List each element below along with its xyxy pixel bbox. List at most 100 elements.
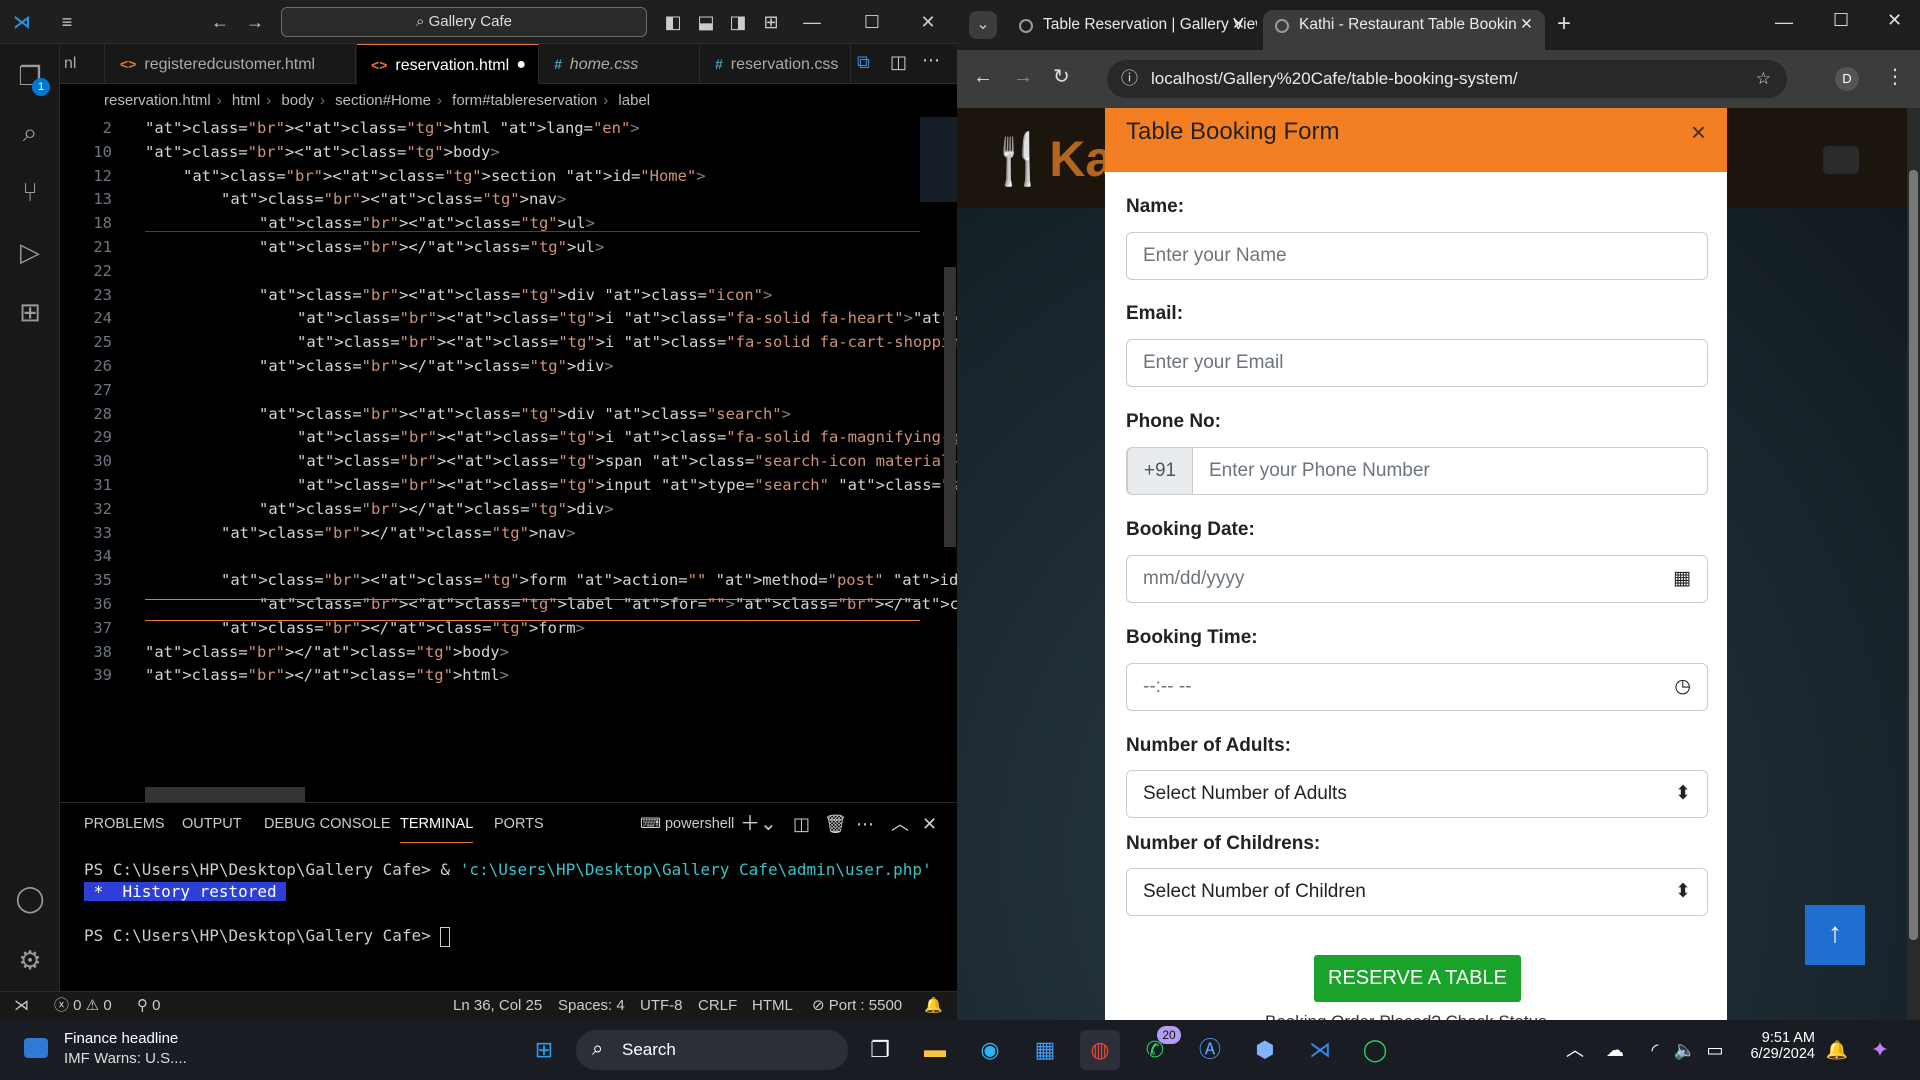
- tab-partial[interactable]: nl: [60, 44, 105, 84]
- tab-home-css[interactable]: # home.css: [540, 44, 700, 84]
- close-tab-icon[interactable]: ✕: [1516, 10, 1533, 40]
- check-status-link[interactable]: Booking Order Placed? Check Status: [1265, 1012, 1547, 1020]
- sticky-code-line[interactable]: "at">class="br"><"at">class="tg">nav>: [221, 190, 566, 208]
- clock-icon[interactable]: ◷: [1674, 664, 1691, 710]
- clock[interactable]: 9:51 AM 6/29/2024: [1745, 1030, 1815, 1062]
- indentation[interactable]: Spaces: 4: [558, 992, 625, 1020]
- scroll-to-top-button[interactable]: ↑: [1805, 905, 1865, 965]
- maximize-icon[interactable]: ☐: [1833, 10, 1849, 31]
- search-icon[interactable]: ⌕: [12, 114, 48, 150]
- maximize-icon[interactable]: ☐: [860, 10, 884, 34]
- breadcrumb-body[interactable]: body: [281, 92, 314, 109]
- unsaved-dot-icon[interactable]: ●: [516, 45, 526, 84]
- sticky-code-line[interactable]: "at">class="br"><"at">class="tg">body>: [145, 143, 500, 161]
- breadcrumb-form[interactable]: form#tablereservation: [452, 92, 597, 109]
- tab-ports[interactable]: PORTS: [494, 803, 544, 843]
- code-line[interactable]: "at">class="br"><"at">class="tg">div "at…: [259, 405, 791, 423]
- code-line[interactable]: "at">class="br"></"at">class="tg">form>: [221, 619, 585, 637]
- chrome-icon[interactable]: ◍: [1080, 1030, 1120, 1070]
- code-line[interactable]: "at">class="br"></"at">class="tg">nav>: [221, 524, 576, 542]
- sticky-code-line[interactable]: "at">class="br"><"at">class="tg">html "a…: [145, 119, 640, 137]
- tab-reservation-css[interactable]: # reservation.css: [701, 44, 851, 84]
- tab-problems[interactable]: PROBLEMS: [84, 803, 165, 843]
- language-mode[interactable]: HTML: [752, 992, 793, 1020]
- bookmark-star-icon[interactable]: ☆: [1756, 60, 1771, 98]
- microsoft-store-icon[interactable]: ▦: [1025, 1030, 1065, 1070]
- tab-debug-console[interactable]: DEBUG CONSOLE: [264, 803, 391, 843]
- show-hidden-icons[interactable]: ︿: [1555, 1030, 1595, 1070]
- kill-terminal-icon[interactable]: 🗑: [824, 803, 847, 843]
- adults-select[interactable]: Select Number of Adults ⬍: [1126, 770, 1708, 818]
- settings-gear-icon[interactable]: ⚙: [12, 942, 48, 978]
- tab-registeredcustomer[interactable]: <> registeredcustomer.html: [106, 44, 356, 84]
- reload-icon[interactable]: ↻: [1053, 64, 1070, 89]
- edge-icon[interactable]: ◉: [970, 1030, 1010, 1070]
- date-input[interactable]: mm/dd/yyyy ▦: [1126, 555, 1708, 603]
- forward-arrow-icon[interactable]: →: [243, 10, 267, 34]
- remote-icon[interactable]: ⋊: [14, 992, 29, 1020]
- tab-reservation-html[interactable]: <> reservation.html ●: [357, 44, 539, 84]
- code-line[interactable]: "at">class="br"></"at">class="tg">div>: [259, 500, 614, 518]
- live-server-port[interactable]: ⊘ Port : 5500: [812, 992, 902, 1020]
- battery-icon[interactable]: ▭: [1695, 1030, 1735, 1070]
- file-explorer-icon[interactable]: ▬: [915, 1030, 955, 1070]
- site-info-icon[interactable]: ⓘ: [1121, 60, 1138, 98]
- whatsapp-alt-icon[interactable]: ◯: [1355, 1030, 1395, 1070]
- time-input[interactable]: --:-- -- ◷: [1126, 663, 1708, 711]
- encoding[interactable]: UTF-8: [640, 992, 683, 1020]
- reserve-table-button[interactable]: RESERVE A TABLE: [1314, 955, 1521, 1002]
- toggle-secondary-sidebar-icon[interactable]: ◨: [726, 10, 750, 34]
- back-arrow-icon[interactable]: ←: [973, 66, 993, 89]
- profile-avatar[interactable]: D: [1835, 67, 1859, 91]
- menu-icon[interactable]: ≡: [55, 10, 79, 34]
- calendar-icon[interactable]: ▦: [1673, 556, 1691, 602]
- task-view-icon[interactable]: ❐: [860, 1030, 900, 1070]
- address-bar[interactable]: ⓘ localhost/Gallery%20Cafe/table-booking-…: [1107, 60, 1787, 98]
- extensions-icon[interactable]: ⊞: [12, 294, 48, 330]
- vscode-taskbar-icon[interactable]: ⋊: [1300, 1030, 1340, 1070]
- taskbar-search[interactable]: ⌕ Search: [576, 1030, 848, 1070]
- run-debug-icon[interactable]: ▷: [12, 234, 48, 270]
- open-preview-icon[interactable]: ⧉: [857, 52, 870, 73]
- close-tab-icon[interactable]: ✕: [1232, 10, 1245, 40]
- split-terminal-icon[interactable]: ◫: [793, 803, 810, 843]
- breadcrumb-section[interactable]: section#Home: [335, 92, 431, 109]
- cursor-position[interactable]: Ln 36, Col 25: [453, 992, 542, 1020]
- start-windows-icon[interactable]: ⊞: [524, 1030, 564, 1070]
- chrome-tab-table-reservation[interactable]: Table Reservation | Gallery View ✕: [1007, 10, 1257, 50]
- code-line[interactable]: "at">class="br"><"at">class="tg">div "at…: [259, 286, 772, 304]
- close-panel-icon[interactable]: ✕: [922, 803, 937, 843]
- children-select[interactable]: Select Number of Children ⬍: [1126, 868, 1708, 916]
- breadcrumb-html[interactable]: html: [232, 92, 260, 109]
- app-hex-icon[interactable]: ⬢: [1245, 1030, 1285, 1070]
- terminal-shell-selector[interactable]: ⌨ powershell: [640, 803, 734, 843]
- close-icon[interactable]: ✕: [1887, 10, 1902, 31]
- name-input[interactable]: Enter your Name: [1126, 232, 1708, 280]
- line-ending[interactable]: CRLF: [698, 992, 737, 1020]
- sticky-code-line[interactable]: "at">class="br"><"at">class="tg">ul>: [259, 214, 595, 232]
- minimize-icon[interactable]: —: [1775, 12, 1793, 33]
- cloud-icon[interactable]: ☁: [1595, 1030, 1635, 1070]
- page-scrollbar-thumb[interactable]: [1909, 170, 1918, 940]
- site-logo[interactable]: 🍴Ka: [987, 130, 1113, 189]
- split-editor-icon[interactable]: ◫: [890, 52, 907, 73]
- ports-status[interactable]: ⚲ 0: [137, 992, 161, 1020]
- toggle-sidebar-icon[interactable]: ◧: [661, 10, 685, 34]
- code-line[interactable]: "at">class="br"></"at">class="tg">ul>: [259, 238, 604, 256]
- copilot-icon[interactable]: ✦: [1860, 1030, 1900, 1070]
- back-arrow-icon[interactable]: ←: [208, 10, 232, 34]
- forward-arrow-icon[interactable]: →: [1013, 66, 1033, 89]
- close-icon[interactable]: ✕: [916, 10, 940, 34]
- chrome-tab-kathi[interactable]: Kathi - Restaurant Table Booking ✕: [1263, 10, 1545, 50]
- toggle-panel-icon[interactable]: ⬓: [694, 10, 718, 34]
- minimize-icon[interactable]: —: [800, 10, 824, 34]
- terminal-output[interactable]: PS C:\Users\HP\Desktop\Gallery Cafe> & '…: [84, 859, 932, 947]
- code-editor[interactable]: 2 "at">class="br"><"at">class="tg">html "…: [60, 117, 1482, 802]
- tab-search-icon[interactable]: ⌄: [969, 11, 997, 39]
- source-control-icon[interactable]: ⑂: [12, 174, 48, 210]
- breadcrumb-label[interactable]: label: [618, 92, 650, 109]
- customize-layout-icon[interactable]: ⊞: [759, 10, 783, 34]
- notifications-bell-icon[interactable]: 🔔: [924, 992, 943, 1020]
- tab-terminal[interactable]: TERMINAL: [400, 803, 474, 843]
- code-line[interactable]: "at">class="br"></"at">class="tg">html>: [145, 666, 509, 684]
